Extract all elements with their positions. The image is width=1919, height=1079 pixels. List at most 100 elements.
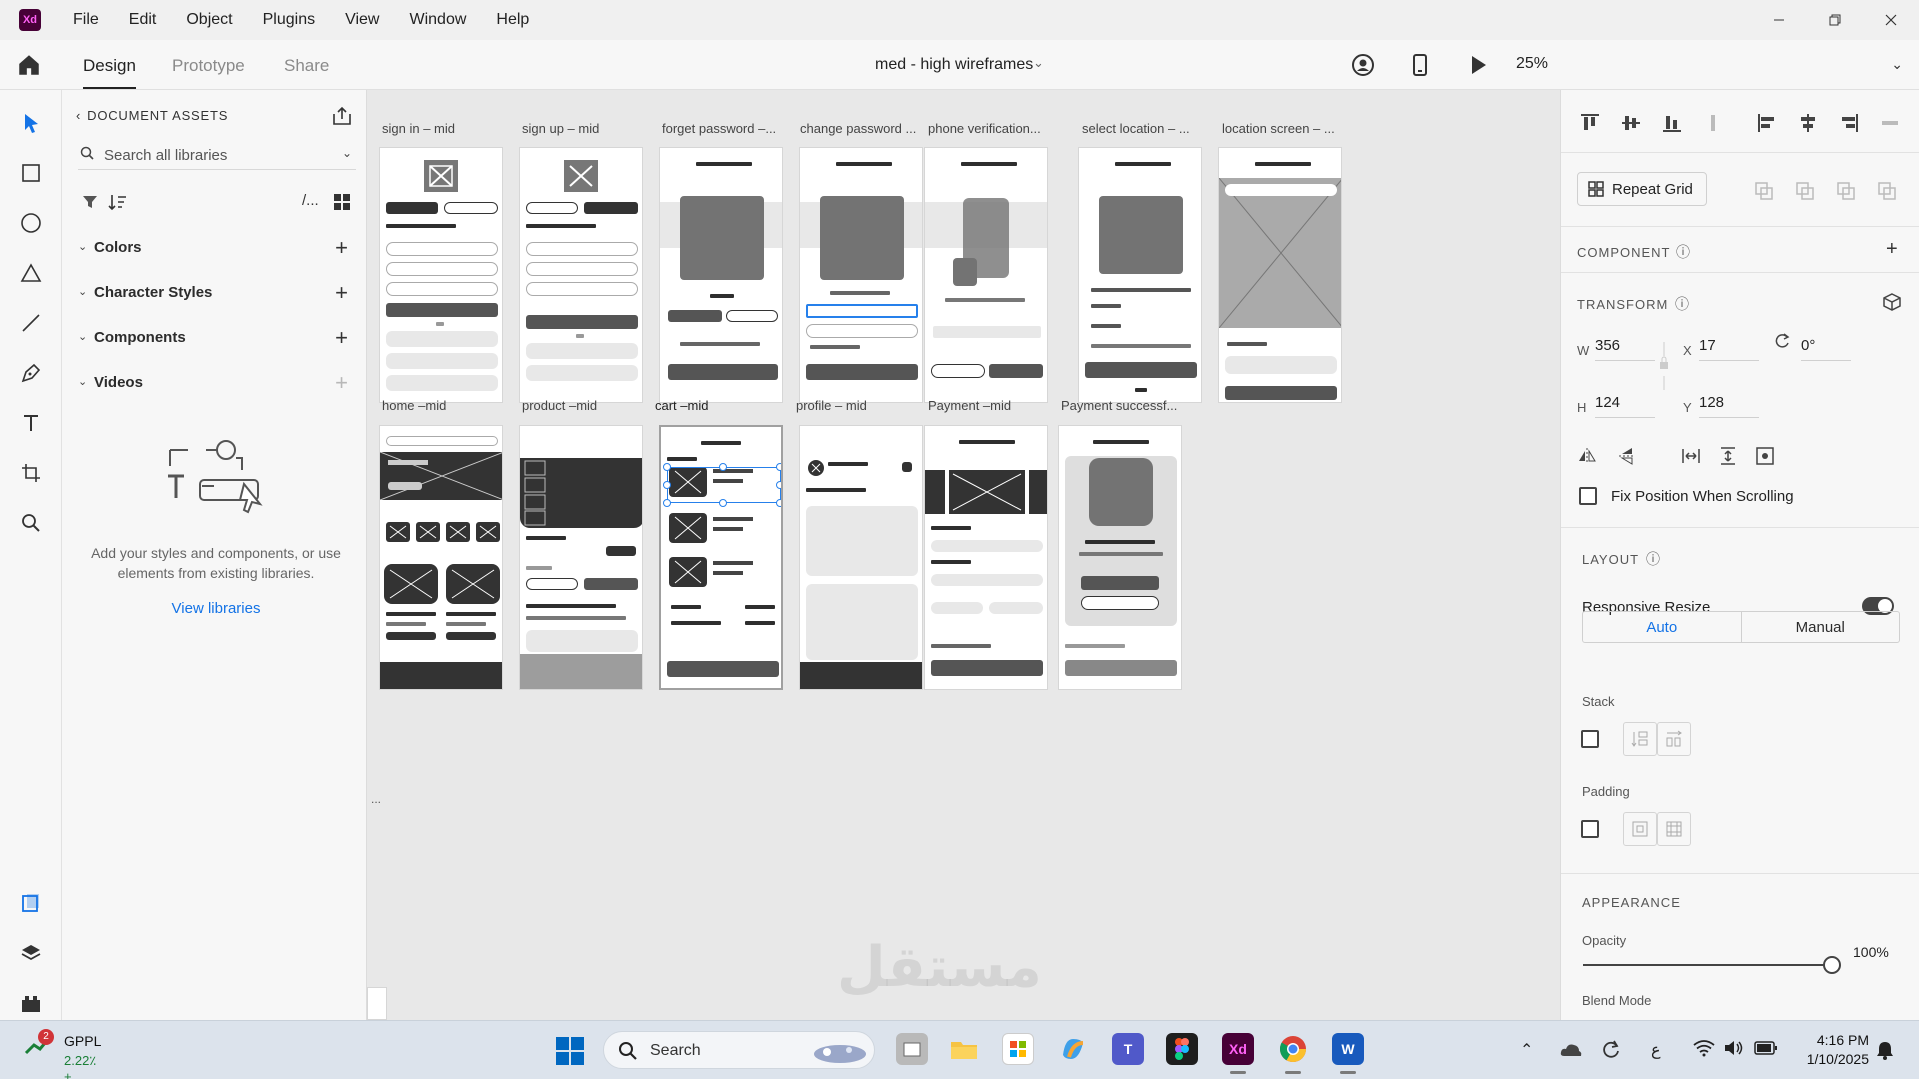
flip-vertical-icon[interactable] bbox=[1617, 446, 1637, 466]
device-preview-icon[interactable] bbox=[1408, 53, 1432, 77]
offscreen-artboard[interactable] bbox=[367, 987, 387, 1020]
fit-height-icon[interactable] bbox=[1718, 446, 1738, 466]
artboard-name[interactable]: cart –mid bbox=[655, 398, 708, 413]
fit-content-icon[interactable] bbox=[1755, 446, 1775, 466]
boolean-exclude-icon[interactable] bbox=[1877, 181, 1897, 201]
align-left-icon[interactable] bbox=[1756, 112, 1778, 134]
polygon-tool[interactable] bbox=[18, 260, 44, 286]
artboard-cart[interactable] bbox=[659, 425, 783, 690]
width-field[interactable]: 356 bbox=[1595, 335, 1655, 361]
artboard-name[interactable]: product –mid bbox=[522, 398, 597, 413]
fit-width-icon[interactable] bbox=[1681, 446, 1701, 466]
y-field[interactable]: 128 bbox=[1699, 392, 1759, 418]
ellipse-tool[interactable] bbox=[18, 210, 44, 236]
artboard-name[interactable]: change password ... bbox=[800, 121, 916, 136]
share-icon[interactable] bbox=[332, 106, 352, 126]
padding-uniform-button[interactable] bbox=[1623, 812, 1657, 846]
pen-tool[interactable] bbox=[18, 360, 44, 386]
artboard-payment-success[interactable] bbox=[1058, 425, 1182, 690]
artboard-tool[interactable] bbox=[18, 460, 44, 486]
taskbar-search[interactable]: Search bbox=[603, 1031, 875, 1069]
add-component-button[interactable]: + bbox=[1886, 238, 1898, 261]
figma-app[interactable] bbox=[1166, 1033, 1198, 1065]
align-middle-icon[interactable] bbox=[1620, 112, 1642, 134]
artboard-name[interactable]: sign up – mid bbox=[522, 121, 599, 136]
microsoft-store-app[interactable] bbox=[1002, 1033, 1034, 1065]
rectangle-tool[interactable] bbox=[18, 160, 44, 186]
menu-plugins[interactable]: Plugins bbox=[263, 11, 315, 29]
close-button[interactable] bbox=[1863, 0, 1919, 40]
menu-edit[interactable]: Edit bbox=[129, 11, 157, 29]
add-component-button[interactable]: + bbox=[335, 325, 348, 351]
distribute-horizontal-icon[interactable] bbox=[1879, 112, 1901, 134]
x-field[interactable]: 17 bbox=[1699, 335, 1759, 361]
boolean-intersect-icon[interactable] bbox=[1836, 181, 1856, 201]
align-right-icon[interactable] bbox=[1838, 112, 1860, 134]
search-input[interactable] bbox=[104, 144, 324, 166]
tab-design[interactable]: Design bbox=[83, 56, 136, 89]
artboard-change-password[interactable] bbox=[799, 147, 923, 403]
battery-icon[interactable] bbox=[1754, 1040, 1778, 1056]
artboard-home[interactable] bbox=[379, 425, 503, 690]
info-icon[interactable]: ⓘ bbox=[1676, 242, 1690, 262]
manual-option[interactable]: Manual bbox=[1742, 612, 1900, 642]
menu-help[interactable]: Help bbox=[496, 11, 529, 29]
menu-view[interactable]: View bbox=[345, 11, 379, 29]
menu-file[interactable]: File bbox=[73, 11, 99, 29]
section-components[interactable]: ⌄ Components + bbox=[76, 325, 356, 351]
artboard-product[interactable] bbox=[519, 425, 643, 690]
add-video-button[interactable]: + bbox=[335, 370, 348, 396]
notification-bell-icon[interactable] bbox=[1876, 1040, 1894, 1060]
chevron-up-icon[interactable]: ⌃ bbox=[1520, 1040, 1533, 1060]
artboard-sign-up[interactable] bbox=[519, 147, 643, 403]
plugins-panel-button[interactable] bbox=[18, 990, 44, 1016]
artboard-name[interactable]: sign in – mid bbox=[382, 121, 455, 136]
file-explorer-app[interactable] bbox=[948, 1033, 980, 1065]
filter-icon[interactable] bbox=[82, 194, 98, 210]
stack-vertical-button[interactable] bbox=[1623, 722, 1657, 756]
copilot-app[interactable] bbox=[1057, 1033, 1089, 1065]
play-icon[interactable] bbox=[1466, 53, 1490, 77]
assets-header[interactable]: ‹ DOCUMENT ASSETS bbox=[76, 108, 228, 123]
stack-checkbox[interactable] bbox=[1581, 730, 1599, 748]
flip-horizontal-icon[interactable] bbox=[1577, 446, 1597, 466]
chevron-down-icon[interactable]: ⌄ bbox=[1891, 56, 1903, 73]
artboard-select-location[interactable] bbox=[1078, 147, 1202, 403]
home-icon[interactable] bbox=[16, 52, 42, 78]
align-bottom-icon[interactable] bbox=[1661, 112, 1683, 134]
artboard-name[interactable]: location screen – ... bbox=[1222, 121, 1335, 136]
text-tool[interactable] bbox=[18, 410, 44, 436]
clock[interactable]: 4:16 PM 1/10/2025 bbox=[1807, 1031, 1869, 1069]
user-account-icon[interactable] bbox=[1351, 53, 1375, 77]
layers-panel-button[interactable] bbox=[18, 940, 44, 966]
opacity-value[interactable]: 100% bbox=[1853, 944, 1889, 960]
info-icon[interactable]: ⓘ bbox=[1675, 294, 1689, 314]
artboard-phone-verification[interactable] bbox=[924, 147, 1048, 403]
section-colors[interactable]: ⌄ Colors + bbox=[76, 235, 356, 261]
task-view-app[interactable] bbox=[896, 1033, 928, 1065]
artboard-name[interactable]: select location – ... bbox=[1082, 121, 1190, 136]
volume-icon[interactable] bbox=[1723, 1039, 1745, 1057]
padding-checkbox[interactable] bbox=[1581, 820, 1599, 838]
artboard-location-screen[interactable] bbox=[1218, 147, 1342, 403]
design-canvas[interactable]: sign in – mid sign up – mid forget passw… bbox=[367, 90, 1560, 1020]
teams-app[interactable]: T bbox=[1112, 1033, 1144, 1065]
artboard-name[interactable]: Payment successf... bbox=[1061, 398, 1177, 413]
onedrive-icon[interactable] bbox=[1560, 1040, 1582, 1058]
section-character-styles[interactable]: ⌄ Character Styles + bbox=[76, 280, 356, 306]
stock-widget[interactable]: 2 GPPL 2.22٪+ bbox=[24, 1029, 101, 1079]
sort-icon[interactable] bbox=[108, 193, 128, 211]
add-character-style-button[interactable]: + bbox=[335, 280, 348, 306]
zoom-tool[interactable] bbox=[18, 510, 44, 536]
height-field[interactable]: 124 bbox=[1595, 392, 1655, 418]
boolean-subtract-icon[interactable] bbox=[1795, 181, 1815, 201]
auto-option[interactable]: Auto bbox=[1583, 612, 1742, 642]
minimize-button[interactable] bbox=[1751, 0, 1807, 40]
tab-prototype[interactable]: Prototype bbox=[172, 56, 245, 76]
document-title[interactable]: med - high wireframes bbox=[875, 56, 1033, 74]
lock-aspect-icon[interactable] bbox=[1659, 342, 1669, 390]
more-options[interactable]: /... bbox=[302, 192, 319, 209]
artboard-name[interactable]: profile – mid bbox=[796, 398, 867, 413]
align-top-icon[interactable] bbox=[1579, 112, 1601, 134]
sync-icon[interactable] bbox=[1601, 1039, 1621, 1059]
